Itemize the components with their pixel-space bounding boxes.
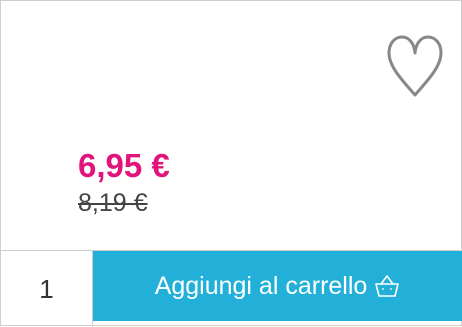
add-to-cart-button[interactable]: Aggiungi al carrello bbox=[93, 251, 462, 321]
quantity-field[interactable]: 1 bbox=[1, 251, 93, 327]
product-card: 6,95 € 8,19 € 1 Aggiungi al carrello bbox=[0, 0, 462, 327]
price-block: 6,95 € 8,19 € bbox=[78, 144, 170, 218]
current-price: 6,95 € bbox=[78, 147, 170, 184]
add-to-cart-label: Aggiungi al carrello bbox=[154, 271, 368, 300]
original-price: 8,19 € bbox=[78, 189, 148, 217]
basket-icon bbox=[375, 275, 400, 297]
wishlist-button[interactable] bbox=[383, 31, 447, 101]
heart-icon bbox=[387, 35, 443, 97]
